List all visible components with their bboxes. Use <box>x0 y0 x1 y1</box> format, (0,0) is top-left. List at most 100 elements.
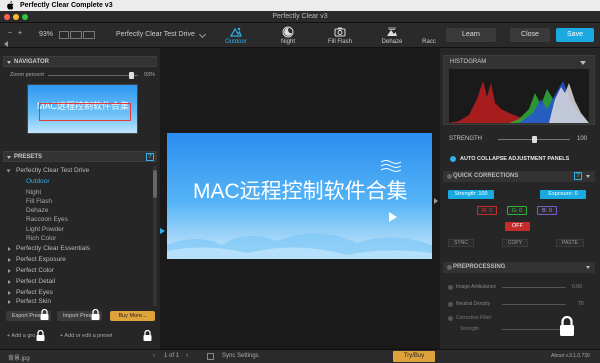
histogram-menu-icon[interactable] <box>580 61 586 65</box>
zoom-out-icon[interactable]: − <box>8 30 12 37</box>
auto-collapse-label[interactable]: AUTO COLLAPSE ADJUSTMENT PANELS <box>460 156 569 162</box>
chevron-down-icon[interactable] <box>198 30 207 39</box>
filter-strength-label: Strength <box>460 326 479 332</box>
histogram-panel: HISTOGRAM <box>443 55 595 125</box>
learn-button[interactable]: Learn <box>446 28 496 42</box>
blue-chip[interactable]: B: 0 <box>537 206 557 215</box>
preset-item-raccoon-eyes[interactable]: Raccoon Eyes <box>26 216 68 223</box>
status-bar: 背景.jpg ‹ 1 of 1 › Sync Settings Try/Buy … <box>0 349 600 363</box>
expand-arrow-icon[interactable] <box>8 280 11 284</box>
tab-night[interactable]: Night <box>264 23 312 48</box>
scrollbar-thumb[interactable] <box>153 170 157 198</box>
minimize-window-icon[interactable] <box>13 14 19 20</box>
window-title: Perfectly Clear v3 <box>272 13 328 20</box>
preset-item-light-powder[interactable]: Light Powder <box>26 226 64 233</box>
neutral-density-toggle[interactable] <box>448 302 453 307</box>
about-version[interactable]: About v.3.1.0.730 <box>551 353 590 359</box>
off-button[interactable]: OFF <box>505 222 530 231</box>
preset-item-dehaze[interactable]: Dehaze <box>26 207 48 214</box>
preset-tabs: Outdoor Night Fill Flash Dehaze Racc <box>212 23 440 48</box>
sync-checkbox[interactable] <box>207 353 214 360</box>
preset-item-outdoor[interactable]: Outdoor <box>26 178 50 185</box>
single-view-icon[interactable] <box>59 31 69 39</box>
neutral-density-slider[interactable] <box>502 304 566 305</box>
compare-marker-icon[interactable] <box>160 228 165 234</box>
preset-dropdown[interactable]: Perfectly Clear Test Drive <box>116 31 195 38</box>
strength-chip[interactable]: Strength: 100 <box>448 190 494 199</box>
histogram-graph <box>449 69 589 123</box>
preset-group-color[interactable]: Perfect Color <box>16 267 54 274</box>
navigator-header[interactable]: NAVIGATOR <box>3 56 157 67</box>
save-button[interactable]: Save <box>556 28 594 42</box>
paste-button[interactable]: PASTE <box>556 239 584 247</box>
compare-view-icon[interactable] <box>83 31 95 39</box>
add-edit-preset-link[interactable]: + Add or edit a preset <box>60 333 112 339</box>
preset-item-fill-flash[interactable]: Fill Flash <box>26 198 52 205</box>
tab-label: Outdoor <box>225 39 247 45</box>
panel-toggle-icon[interactable] <box>447 174 452 179</box>
help-icon[interactable]: ? <box>146 153 154 161</box>
image-ambulance-toggle[interactable] <box>448 285 453 290</box>
preset-group-exposure[interactable]: Perfect Exposure <box>16 256 66 263</box>
sync-settings-label[interactable]: Sync Settings <box>222 353 259 359</box>
collapse-arrow-icon[interactable] <box>586 266 590 269</box>
presets-header[interactable]: PRESETS ? <box>3 151 157 162</box>
collapse-right-panel-icon[interactable] <box>434 198 438 204</box>
preset-group-detail[interactable]: Perfect Detail <box>16 278 55 285</box>
navigator-thumbnail[interactable]: MAC远程控制软件合集 <box>27 84 138 134</box>
panel-toggle-icon[interactable] <box>447 265 452 270</box>
tab-outdoor[interactable]: Outdoor <box>212 23 260 48</box>
expand-arrow-icon[interactable] <box>6 169 11 173</box>
copy-button[interactable]: COPY <box>502 239 528 247</box>
preset-item-night[interactable]: Night <box>26 189 41 196</box>
split-view-icon[interactable] <box>70 31 82 39</box>
main-image[interactable]: MAC远程控制软件合集 <box>167 133 432 259</box>
expand-arrow-icon[interactable] <box>8 269 11 273</box>
zoom-slider-knob[interactable] <box>129 72 135 79</box>
preset-group-eyes[interactable]: Perfect Eyes <box>16 289 53 296</box>
next-image-icon[interactable]: › <box>186 353 188 359</box>
preprocessing-header[interactable]: PREPROCESSING <box>443 262 595 273</box>
night-icon <box>282 26 294 38</box>
prev-image-icon[interactable]: ‹ <box>153 353 155 359</box>
sync-button[interactable]: SYNC <box>448 239 474 247</box>
tab-fill-flash[interactable]: Fill Flash <box>316 23 364 48</box>
zoom-percent-label: Zoom percent <box>10 72 44 78</box>
expand-arrow-icon[interactable] <box>8 291 11 295</box>
view-rect[interactable] <box>39 103 131 121</box>
help-icon[interactable]: ? <box>574 172 582 180</box>
buy-more-button[interactable]: Buy More... <box>110 311 155 321</box>
tab-raccoon[interactable]: Racc <box>418 23 440 48</box>
zoom-slider[interactable] <box>48 72 138 79</box>
corrective-filter-toggle[interactable] <box>448 316 453 321</box>
green-chip[interactable]: G: 0 <box>507 206 527 215</box>
expand-arrow-icon[interactable] <box>8 258 11 262</box>
tab-dehaze[interactable]: Dehaze <box>368 23 416 48</box>
apple-icon[interactable] <box>5 1 14 10</box>
try-buy-button[interactable]: Try/Buy <box>393 351 435 362</box>
preset-item-rich-color[interactable]: Rich Color <box>26 235 56 242</box>
collapse-left-panel-icon[interactable] <box>4 41 8 47</box>
collapse-arrow-icon[interactable] <box>586 175 590 178</box>
add-group-link[interactable]: + Add a gro <box>7 333 35 339</box>
exposure-chip[interactable]: Exposure: 0 <box>540 190 586 199</box>
close-window-icon[interactable] <box>4 14 10 20</box>
strength-slider-knob[interactable] <box>531 136 537 143</box>
presets-scrollbar[interactable] <box>153 166 157 306</box>
strength-slider[interactable] <box>498 136 570 143</box>
expand-arrow-icon[interactable] <box>8 247 11 251</box>
tab-label: Racc <box>422 39 436 45</box>
preset-group-skin[interactable]: Perfect Skin <box>16 298 51 305</box>
zoom-window-icon[interactable] <box>22 14 28 20</box>
auto-collapse-toggle[interactable] <box>450 156 456 162</box>
expand-arrow-icon[interactable] <box>8 300 11 304</box>
red-chip[interactable]: R: 0 <box>477 206 497 215</box>
preset-group-test-drive[interactable]: Perfectly Clear Test Drive <box>16 167 89 174</box>
quick-corrections-header[interactable]: QUICK CORRECTIONS ? <box>443 171 595 182</box>
preset-group-essentials[interactable]: Perfectly Clear Essentials <box>16 245 90 252</box>
zoom-in-icon[interactable]: + <box>18 30 22 37</box>
image-ambulance-slider[interactable] <box>502 287 566 288</box>
close-button[interactable]: Close <box>510 28 550 42</box>
filter-strength-slider[interactable] <box>502 329 566 330</box>
app-name[interactable]: Perfectly Clear Complete v3 <box>20 2 113 9</box>
